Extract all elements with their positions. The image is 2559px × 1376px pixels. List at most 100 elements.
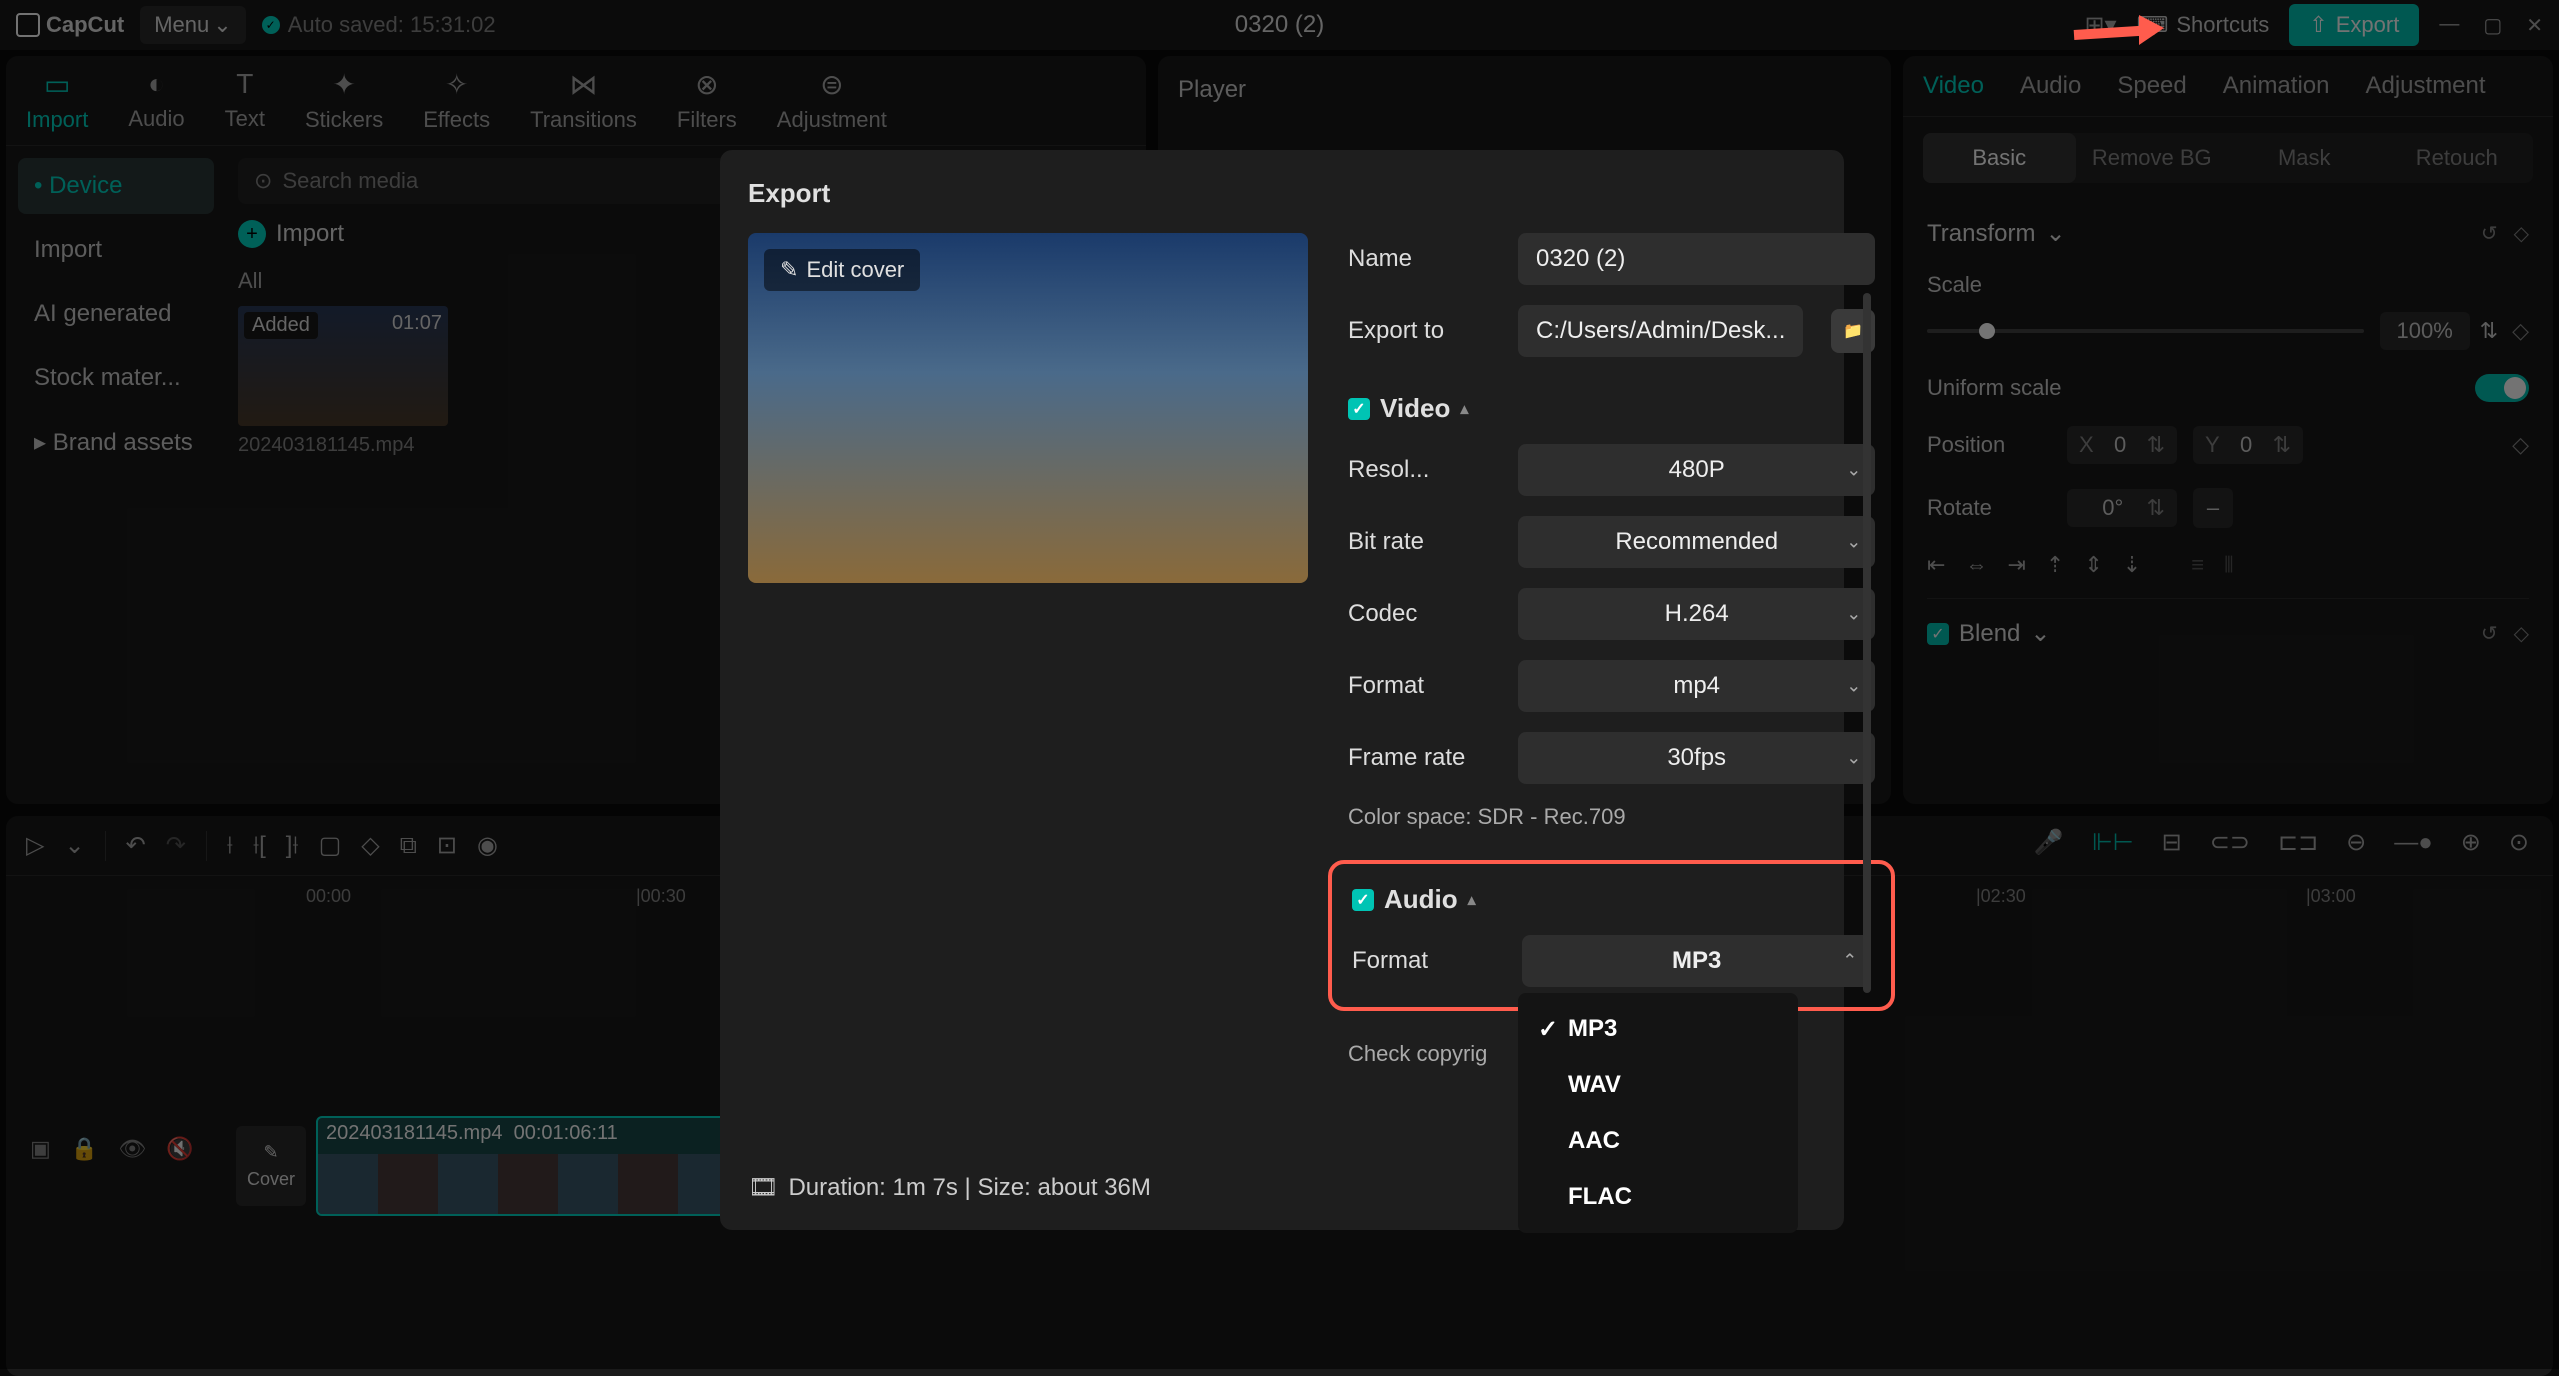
dropdown-item-mp3[interactable]: MP3 — [1518, 1001, 1798, 1057]
split-right-icon[interactable]: ]⟊ — [286, 832, 299, 860]
props-tab-audio[interactable]: Audio — [2020, 72, 2081, 100]
subtab-retouch[interactable]: Retouch — [2381, 133, 2534, 183]
dropdown-item-wav[interactable]: WAV — [1518, 1057, 1798, 1113]
uniform-scale-toggle[interactable] — [2475, 374, 2529, 402]
props-tab-video[interactable]: Video — [1923, 72, 1984, 100]
audio-section-header[interactable]: ✓ Audio ▴ — [1352, 884, 1871, 915]
chevron-down-icon[interactable]: ⌄ — [64, 831, 84, 860]
menu-button[interactable]: Menu ⌄ — [140, 6, 245, 44]
props-tab-adjustment[interactable]: Adjustment — [2365, 72, 2485, 100]
subtab-removebg[interactable]: Remove BG — [2076, 133, 2229, 183]
export-button[interactable]: ⇧ Export — [2289, 4, 2419, 46]
tab-stickers[interactable]: ✦Stickers — [305, 68, 383, 133]
scale-slider[interactable] — [1927, 329, 2364, 333]
cursor-tool-icon[interactable]: ▷ — [26, 831, 44, 860]
video-section-header[interactable]: ✓ Video ▴ — [1348, 393, 1875, 424]
freeze-icon[interactable]: ◉ — [477, 831, 498, 860]
stepper-icon[interactable]: ⇅ — [2480, 318, 2498, 344]
crop-icon[interactable]: ◇ — [361, 831, 379, 860]
sidebar-item-ai[interactable]: AI generated — [18, 286, 214, 342]
scale-value[interactable]: 100% — [2380, 312, 2470, 350]
audio-format-label: Format — [1352, 947, 1502, 975]
split-left-icon[interactable]: ⟊[ — [253, 832, 266, 860]
align-left-icon[interactable]: ⇤ — [1927, 552, 1945, 578]
align-bottom-icon[interactable]: ⇣ — [2123, 552, 2141, 578]
zoom-fit-icon[interactable]: ⊙ — [2509, 828, 2529, 857]
blend-header[interactable]: ✓ Blend⌄ ↺◇ — [1927, 598, 2529, 648]
props-tab-animation[interactable]: Animation — [2223, 72, 2330, 100]
undo-icon[interactable]: ↶ — [126, 831, 146, 860]
bitrate-select[interactable]: Recommended⌄ — [1518, 516, 1875, 568]
video-clip[interactable]: 202403181145.mp4 00:01:06:11 — [316, 1116, 736, 1216]
eye-icon[interactable]: 👁 — [118, 1136, 146, 1162]
magnet-main-icon[interactable]: ⊩⊢ — [2092, 828, 2134, 857]
mirror-icon[interactable]: ⧉ — [400, 832, 417, 860]
cover-button[interactable]: ✎ Cover — [236, 1126, 306, 1206]
dropdown-item-aac[interactable]: AAC — [1518, 1113, 1798, 1169]
distribute-h-icon[interactable]: ≡ — [2191, 552, 2204, 578]
name-input[interactable]: 0320 (2) — [1518, 233, 1875, 285]
blend-checkbox[interactable]: ✓ — [1927, 623, 1949, 645]
tab-filters[interactable]: ⊗Filters — [677, 68, 737, 133]
tab-text[interactable]: TText — [225, 68, 265, 133]
reset-icon[interactable]: ↺ — [2481, 621, 2498, 646]
align-center-v-icon[interactable]: ⇕ — [2084, 552, 2102, 578]
media-thumbnail[interactable]: Added 01:07 202403181145.mp4 — [238, 306, 448, 457]
position-y-input[interactable]: Y0⇅ — [2193, 426, 2303, 464]
keyframe-icon[interactable]: ◇ — [2514, 221, 2529, 246]
close-button[interactable]: ✕ — [2526, 13, 2543, 38]
preview-icon[interactable]: ⊏⊐ — [2278, 828, 2318, 857]
zoom-in-icon[interactable]: ⊕ — [2461, 828, 2481, 857]
sidebar-item-import[interactable]: Import — [18, 222, 214, 278]
minimize-button[interactable]: ― — [2439, 13, 2459, 38]
zoom-slider[interactable]: —● — [2394, 829, 2433, 857]
keyframe-icon[interactable]: ◇ — [2512, 432, 2529, 458]
sidebar-item-device[interactable]: • Device — [18, 158, 214, 214]
maximize-button[interactable]: ▢ — [2483, 13, 2502, 38]
tab-adjustment[interactable]: ⊜Adjustment — [777, 68, 887, 133]
resolution-select[interactable]: 480P⌄ — [1518, 444, 1875, 496]
align-top-icon[interactable]: ⇡ — [2046, 552, 2064, 578]
zoom-out-icon[interactable]: ⊖ — [2346, 828, 2366, 857]
tab-audio[interactable]: ◐Audio — [128, 68, 184, 133]
edit-cover-button[interactable]: ✎ Edit cover — [764, 249, 920, 291]
tab-effects[interactable]: ✧Effects — [423, 68, 490, 133]
video-checkbox[interactable]: ✓ — [1348, 398, 1370, 420]
delete-icon[interactable]: ▢ — [319, 831, 342, 860]
props-tab-speed[interactable]: Speed — [2117, 72, 2186, 100]
align-right-icon[interactable]: ⇥ — [2007, 552, 2025, 578]
rotate-input[interactable]: 0°⇅ — [2067, 489, 2177, 527]
keyframe-icon[interactable]: ◇ — [2514, 621, 2529, 646]
keyframe-icon[interactable]: ◇ — [2512, 318, 2529, 344]
audio-format-select[interactable]: MP3⌃ — [1522, 935, 1871, 987]
lock-icon[interactable]: 🔒 — [71, 1136, 98, 1162]
mic-icon[interactable]: 🎤 — [2034, 828, 2064, 857]
export-to-input[interactable]: C:/Users/Admin/Desk... — [1518, 305, 1803, 357]
video-format-select[interactable]: mp4⌄ — [1518, 660, 1875, 712]
subtab-basic[interactable]: Basic — [1923, 133, 2076, 183]
subtab-mask[interactable]: Mask — [2228, 133, 2381, 183]
magnet-icon[interactable]: ⊟ — [2162, 828, 2182, 857]
framerate-label: Frame rate — [1348, 744, 1498, 772]
sidebar-item-stock[interactable]: Stock mater... — [18, 350, 214, 406]
align-center-h-icon[interactable]: ⇔ — [1965, 552, 1987, 578]
modal-scrollbar[interactable] — [1863, 293, 1871, 993]
reset-icon[interactable]: ↺ — [2481, 221, 2498, 246]
dropdown-item-flac[interactable]: FLAC — [1518, 1169, 1798, 1225]
redo-icon[interactable]: ↷ — [166, 831, 186, 860]
flip-icon[interactable]: – — [2193, 488, 2233, 528]
sidebar-item-brand[interactable]: ▸ Brand assets — [18, 414, 214, 471]
link-icon[interactable]: ⊂⊃ — [2210, 828, 2250, 857]
distribute-v-icon[interactable]: ⦀ — [2224, 552, 2234, 578]
position-x-input[interactable]: X0⇅ — [2067, 426, 2177, 464]
audio-checkbox[interactable]: ✓ — [1352, 889, 1374, 911]
reverse-icon[interactable]: ⊡ — [437, 831, 457, 860]
framerate-select[interactable]: 30fps⌄ — [1518, 732, 1875, 784]
transform-header[interactable]: Transform⌄↺◇ — [1927, 219, 2529, 248]
split-icon[interactable]: ⟊ — [227, 832, 233, 860]
image-track-icon[interactable]: ▣ — [30, 1136, 51, 1162]
tab-transitions[interactable]: ⋈Transitions — [530, 68, 637, 133]
mute-icon[interactable]: 🔇 — [166, 1136, 193, 1162]
tab-import[interactable]: ▭Import — [26, 68, 88, 133]
codec-select[interactable]: H.264⌄ — [1518, 588, 1875, 640]
